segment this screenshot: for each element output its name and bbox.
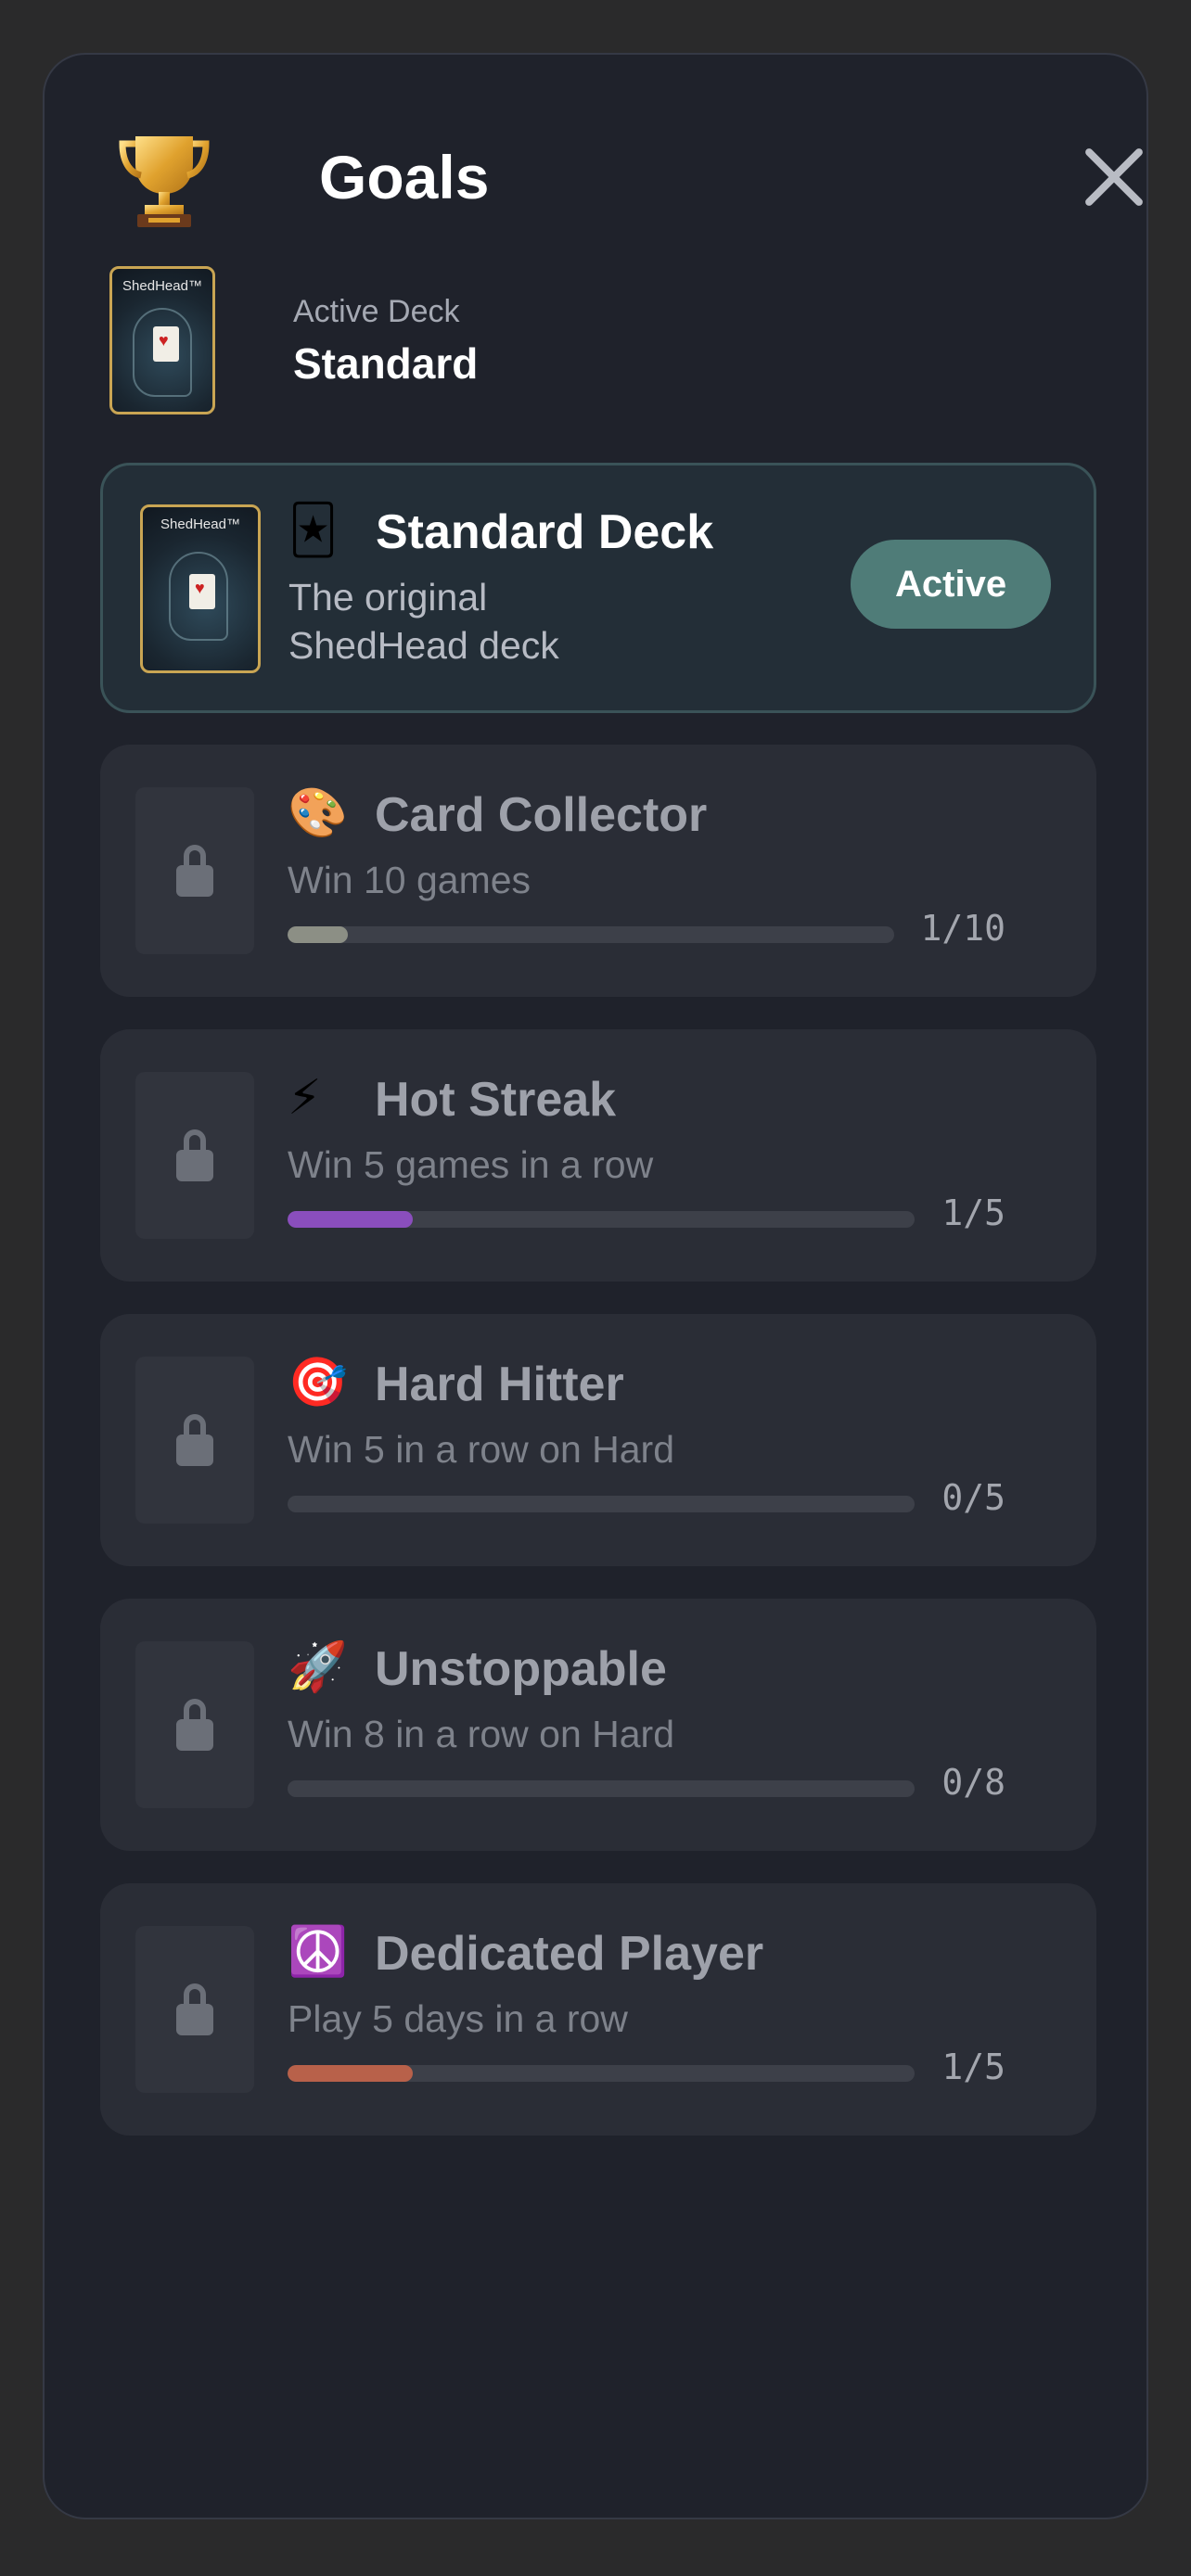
lock-icon [176,1129,213,1181]
goal-title: Hard Hitter [375,1358,624,1411]
lock-body [176,865,213,897]
deck-title: Standard Deck [376,505,714,559]
progress-bar [288,1780,915,1797]
deck-description-line: The original [288,576,488,618]
heart-card-icon [153,326,179,362]
deck-thumbnail: ShedHead™ [140,504,261,673]
heart-card-icon [189,574,215,609]
page-title: Goals [319,143,490,211]
goal-title: Dedicated Player [375,1927,764,1981]
goals-sheet: Goals ShedHead™ Active Deck Standard She… [43,53,1148,2519]
deck-description: The original ShedHead deck [288,573,559,670]
progress-count: 0/5 [941,1477,1005,1518]
progress-fill [288,2065,414,2082]
progress-count: 1/5 [941,2047,1005,2087]
close-button[interactable] [1080,142,1146,210]
deck-description-line: ShedHead deck [288,624,559,667]
goal-emoji-icon: 🚀 [288,1639,348,1695]
goal-card[interactable]: 🎯 Hard Hitter Win 5 in a row on Hard 0/5 [100,1314,1096,1566]
deck-brand-label: ShedHead™ [122,278,202,294]
sheet-header: Goals [115,127,1080,229]
active-deck-value: Standard [293,339,479,388]
goal-description: Win 5 in a row on Hard [288,1428,675,1471]
active-deck-summary: ShedHead™ Active Deck Standard [109,266,666,416]
locked-thumbnail [135,1641,254,1808]
lock-icon [176,1983,213,2035]
locked-thumbnail [135,1072,254,1239]
goal-title: Hot Streak [375,1073,617,1127]
trophy-icon [119,136,210,227]
goal-card[interactable]: ⚡ Hot Streak Win 5 games in a row 1/5 [100,1029,1096,1282]
progress-count: 1/5 [941,1192,1005,1233]
active-status-button[interactable]: Active [851,540,1052,629]
locked-thumbnail [135,1357,254,1524]
goal-emoji-icon: 🎨 [288,785,348,841]
progress-fill [288,1211,414,1228]
goal-description: Play 5 days in a row [288,1997,628,2040]
lock-icon [176,845,213,897]
progress-bar [288,1211,915,1228]
active-deck-label: Active Deck [293,294,460,329]
joker-card-icon: 🃏 [288,503,339,558]
lock-body [176,1719,213,1751]
progress-count: 1/10 [920,908,1005,949]
locked-thumbnail [135,787,254,954]
goal-description: Win 8 in a row on Hard [288,1713,675,1755]
goal-card[interactable]: 🚀 Unstoppable Win 8 in a row on Hard 0/8 [100,1599,1096,1851]
progress-bar [288,2065,915,2082]
goal-emoji-icon: ☮️ [288,1924,348,1980]
goal-description: Win 10 games [288,859,531,901]
lock-body [176,2004,213,2035]
lock-icon [176,1414,213,1466]
goal-emoji-icon: ⚡ [288,1070,322,1126]
lock-body [176,1435,213,1466]
goal-title: Card Collector [375,788,708,842]
lock-body [176,1150,213,1181]
progress-count: 0/8 [941,1762,1005,1803]
goal-description: Win 5 games in a row [288,1143,654,1186]
deck-card-standard[interactable]: ShedHead™ 🃏 Standard Deck The original S… [100,463,1096,713]
goal-title: Unstoppable [375,1642,667,1696]
deck-thumbnail: ShedHead™ [109,266,215,414]
goal-card[interactable]: 🎨 Card Collector Win 10 games 1/10 [100,745,1096,997]
progress-bar [288,1496,915,1512]
deck-brand-label: ShedHead™ [160,516,240,532]
goal-card[interactable]: ☮️ Dedicated Player Play 5 days in a row… [100,1883,1096,2136]
progress-bar [288,926,894,943]
lock-icon [176,1699,213,1751]
locked-thumbnail [135,1926,254,2093]
progress-fill [288,926,349,943]
goal-emoji-icon: 🎯 [288,1355,348,1410]
